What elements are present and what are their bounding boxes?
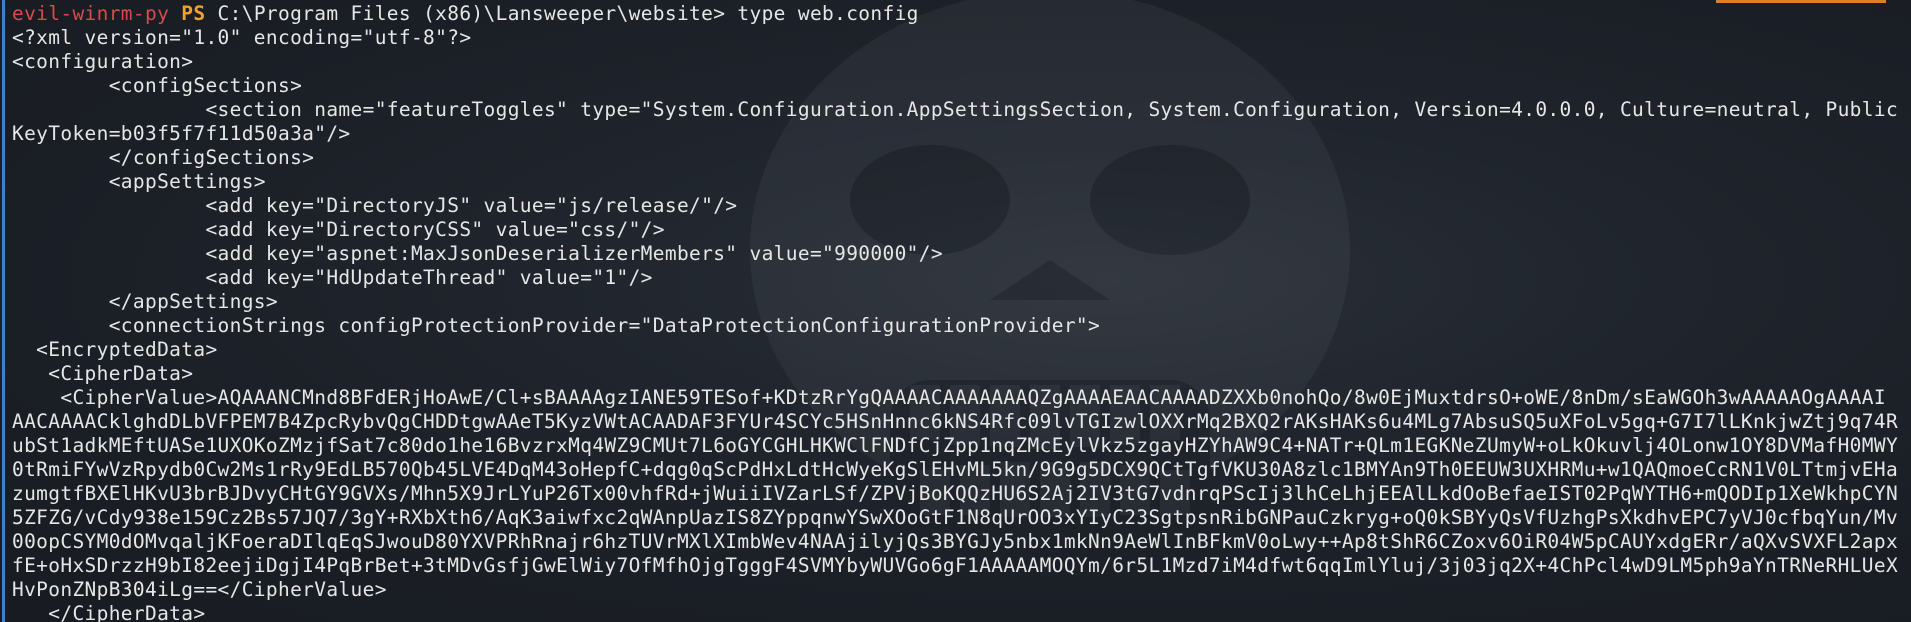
output-line: 0tRmiFYwVzRpydb0Cw2Ms1rRy9EdLB570Qb45LVE…: [12, 458, 1899, 481]
prompt-ps-label: PS: [181, 2, 206, 25]
output-line: HvPonZNpB304iLg==</CipherValue>: [12, 578, 387, 601]
output-line: <add key="DirectoryJS" value="js/release…: [12, 194, 738, 217]
output-line: <add key="aspnet:MaxJsonDeserializerMemb…: [12, 242, 943, 265]
prompt-command: C:\Program Files (x86)\Lansweeper\websit…: [205, 2, 919, 25]
output-line: <add key="HdUpdateThread" value="1"/>: [12, 266, 653, 289]
terminal-window[interactable]: evil-winrm-py PS C:\Program Files (x86)\…: [0, 0, 1911, 622]
output-line: <section name="featureToggles" type="Sys…: [12, 98, 1899, 121]
output-line: KeyToken=b03f5f7f11d50a3a"/>: [12, 122, 351, 145]
output-line: </configSections>: [12, 146, 315, 169]
output-line: </CipherData>: [12, 602, 206, 622]
output-line: zumgtfBXElHKvU3brBJDvyCHtGY9GVXs/Mhn5X9J…: [12, 482, 1899, 505]
output-line: fE+oHxSDrzzH9bI82eejiDgjI4PqBrBet+3tMDvG…: [12, 554, 1899, 577]
output-line: <configSections>: [12, 74, 303, 97]
pane-focus-border: [2, 0, 5, 622]
output-line: </appSettings>: [12, 290, 278, 313]
terminal-output[interactable]: evil-winrm-py PS C:\Program Files (x86)\…: [12, 2, 1899, 622]
output-line: <?xml version="1.0" encoding="utf-8"?>: [12, 26, 472, 49]
output-line: 00opCSYM0dOMvqaljKFoeraDIlqEqSJwouD80YXV…: [12, 530, 1899, 553]
output-line: <EncryptedData>: [12, 338, 218, 361]
output-line: <CipherData>: [12, 362, 194, 385]
output-line: <add key="DirectoryCSS" value="css/"/>: [12, 218, 665, 241]
output-line: <configuration>: [12, 50, 194, 73]
output-line: 5ZFZG/vCdy938e159Cz2Bs57JQ7/3gY+RXbXth6/…: [12, 506, 1899, 529]
output-line: <connectionStrings configProtectionProvi…: [12, 314, 1101, 337]
output-line: ubSt1adkMEftUASe1UXOKoZMzjfSat7c80do1he1…: [12, 434, 1899, 457]
output-line: <appSettings>: [12, 170, 266, 193]
output-line: AACAAAACklghdDLbVFPEM7B4ZpcRybvQgCHDDtgw…: [12, 410, 1899, 433]
output-line: <CipherValue>AQAAANCMnd8BFdERjHoAwE/Cl+s…: [12, 386, 1886, 409]
prompt-session-name: evil-winrm-py: [12, 2, 170, 25]
prompt-line: evil-winrm-py PS C:\Program Files (x86)\…: [12, 2, 1882, 26]
